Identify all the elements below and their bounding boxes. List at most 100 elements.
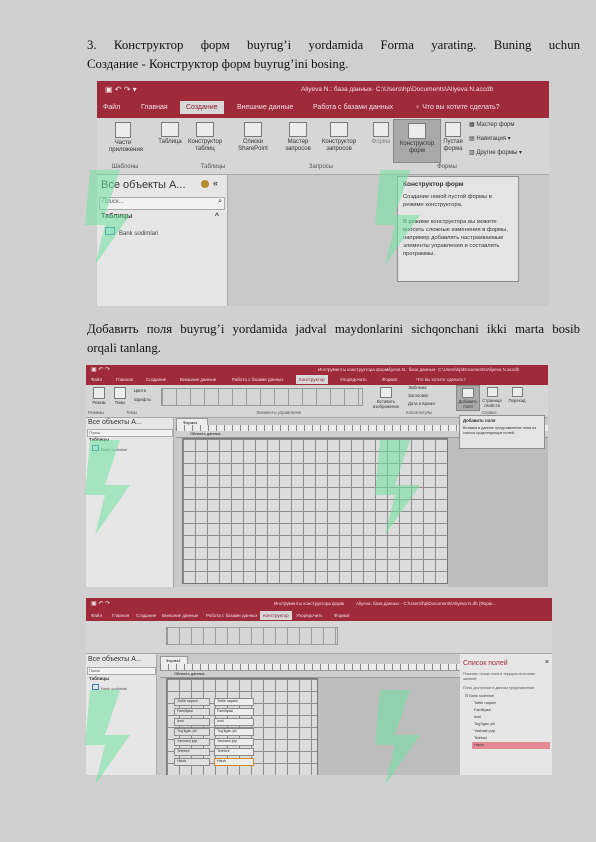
field-list-item[interactable]: Tartib raqami: [472, 700, 550, 707]
other-forms-button[interactable]: ▥ Другие формы ▾: [469, 150, 522, 157]
field-list-item[interactable]: Hisob: [472, 742, 550, 749]
nav-search-input[interactable]: Поиск: [87, 667, 156, 675]
tell-me-search[interactable]: Что вы хотите сделать?: [416, 377, 466, 382]
data-section-bar[interactable]: Область данных: [160, 671, 460, 678]
colors-button[interactable]: Цвета: [134, 388, 146, 394]
controls-gallery[interactable]: [161, 388, 363, 406]
horizontal-ruler: [160, 664, 460, 671]
title-bar: ▣ ↶ ↷ Инструменты конструктора форм Aliy…: [86, 598, 552, 610]
field-list-item[interactable]: Familiyasi: [472, 707, 550, 714]
datetime-button[interactable]: Дата и время: [408, 401, 435, 407]
blank-form-label: Пустая форма: [443, 139, 463, 152]
tab-file[interactable]: Файл: [91, 377, 102, 382]
themes-label: Темы: [114, 400, 126, 405]
tab-database-tools[interactable]: Работа с базами данных: [232, 377, 284, 382]
close-icon[interactable]: ×: [545, 659, 549, 666]
sharepoint-lists-button[interactable]: Списки SharePoint: [233, 122, 273, 153]
tab-home[interactable]: Главная: [116, 377, 133, 382]
field-textbox[interactable]: Ismi: [214, 718, 254, 726]
tab-create[interactable]: Создание: [136, 613, 156, 618]
fonts-button[interactable]: Шрифты: [134, 397, 151, 403]
field-label[interactable]: Tartib raqami: [174, 698, 210, 706]
tab-file[interactable]: Файл: [91, 613, 102, 618]
table-icon: [161, 122, 179, 137]
field-label[interactable]: Telefoni: [174, 748, 210, 756]
nav-options-icon[interactable]: [201, 180, 209, 188]
field-textbox[interactable]: Familiyasi: [214, 708, 254, 716]
themes-button[interactable]: Темы: [110, 387, 130, 406]
blank-form-button[interactable]: Пустая форма: [441, 122, 465, 153]
window-title: Aliyeva: база данных - C:\Users\hp\Docum…: [356, 601, 496, 606]
field-list-item[interactable]: Telefoni: [472, 735, 550, 742]
navigation-button[interactable]: ▤ Навигация ▾: [469, 136, 511, 143]
tab-external-data[interactable]: Внешние данные: [237, 104, 293, 111]
themes-icon: [114, 387, 126, 399]
tab-order-button[interactable]: Переход: [506, 387, 528, 404]
table-design-button[interactable]: Конструктор таблиц: [188, 122, 222, 153]
table-label: Таблица: [158, 139, 182, 145]
field-label[interactable]: Yashash joyi: [174, 738, 210, 746]
field-textbox[interactable]: Telefoni: [214, 748, 254, 756]
tab-arrange[interactable]: Упорядочить: [340, 377, 367, 382]
tab-format[interactable]: Формат: [334, 613, 350, 618]
field-label[interactable]: Hisob: [174, 758, 210, 766]
title-button[interactable]: Заголовок: [408, 393, 428, 399]
property-sheet-button[interactable]: Страница свойств: [480, 387, 504, 409]
table-design-icon: [196, 122, 214, 137]
controls-gallery[interactable]: [166, 627, 338, 645]
insert-image-button[interactable]: Вставить изображение: [370, 387, 402, 410]
tab-database-tools[interactable]: Работа с базами данных: [206, 613, 258, 618]
context-tab-title: Инструменты конструктора форм: [318, 367, 388, 372]
watermark-logo: [85, 440, 130, 535]
table-button[interactable]: Таблица: [155, 122, 185, 146]
field-list-table[interactable]: ⊟ Bank sodimlari: [465, 693, 494, 698]
app-parts-label: Части приложения: [109, 140, 144, 153]
tab-arrange[interactable]: Упорядочить: [296, 613, 323, 618]
logo-button[interactable]: Эмблема: [408, 385, 426, 391]
tab-format[interactable]: Формат: [382, 377, 398, 382]
tell-me-search[interactable]: ♀ Что вы хотите сделать?: [415, 104, 500, 111]
field-textbox[interactable]: Tug'ilgan yili: [214, 728, 254, 736]
field-list-item[interactable]: Tug'ilgan yili: [472, 721, 550, 728]
app-parts-button[interactable]: Части приложения: [109, 122, 143, 154]
field-label[interactable]: Tug'ilgan yili: [174, 728, 210, 736]
add-fields-label: Добавить поля: [458, 399, 478, 409]
tab-design[interactable]: Конструктор: [296, 375, 328, 384]
insert-image-label: Вставить изображение: [372, 399, 400, 409]
tab-create[interactable]: Создание: [146, 377, 166, 382]
form-design-button[interactable]: Конструктор форм: [393, 119, 441, 163]
tab-home[interactable]: Главная: [141, 104, 168, 111]
tab-external-data[interactable]: Внешние данные: [162, 613, 198, 618]
field-label[interactable]: Ismi: [174, 718, 210, 726]
field-textbox[interactable]: Tartib raqami: [214, 698, 254, 706]
field-label[interactable]: Familiyasi: [174, 708, 210, 716]
query-design-button[interactable]: Конструктор запросов: [317, 122, 361, 153]
nav-header[interactable]: Все объекты А...: [88, 419, 142, 426]
tab-file[interactable]: Файл: [103, 104, 120, 111]
navigation-label: Навигация: [476, 136, 506, 142]
form-button[interactable]: Форма: [369, 122, 393, 146]
collapse-pane-icon[interactable]: «: [213, 178, 218, 188]
add-fields-button[interactable]: Добавить поля: [456, 385, 480, 411]
mode-button[interactable]: Режим: [89, 387, 109, 406]
query-wizard-icon: [289, 122, 307, 137]
field-list-item[interactable]: Yashash joyi: [472, 728, 550, 735]
field-list-item[interactable]: Ismi: [472, 714, 550, 721]
form-label: Форма: [371, 139, 391, 145]
tab-order-icon: [511, 387, 523, 397]
tab-design[interactable]: Конструктор: [260, 611, 292, 620]
data-section-label: Область данных: [190, 431, 221, 436]
tab-home[interactable]: Главная: [112, 613, 129, 618]
show-only-current-link[interactable]: Показать только поля в текущем источнике…: [463, 672, 547, 681]
nav-header[interactable]: Все объекты А...: [88, 656, 142, 663]
search-icon: ⌕: [218, 198, 222, 205]
field-list-items: Tartib raqami Familiyasi Ismi Tug'ilgan yil…: [472, 700, 550, 749]
field-textbox[interactable]: Yashash joyi: [214, 738, 254, 746]
query-wizard-button[interactable]: Мастер запросов: [281, 122, 315, 153]
context-tab-title: Инструменты конструктора форм: [274, 601, 344, 606]
field-textbox[interactable]: Hisob: [214, 758, 254, 766]
tab-database-tools[interactable]: Работа с базами данных: [313, 104, 393, 111]
form-wizard-button[interactable]: ▦ Мастер форм: [469, 122, 515, 129]
tab-create[interactable]: Создание: [180, 101, 224, 114]
tab-external-data[interactable]: Внешние данные: [180, 377, 216, 382]
